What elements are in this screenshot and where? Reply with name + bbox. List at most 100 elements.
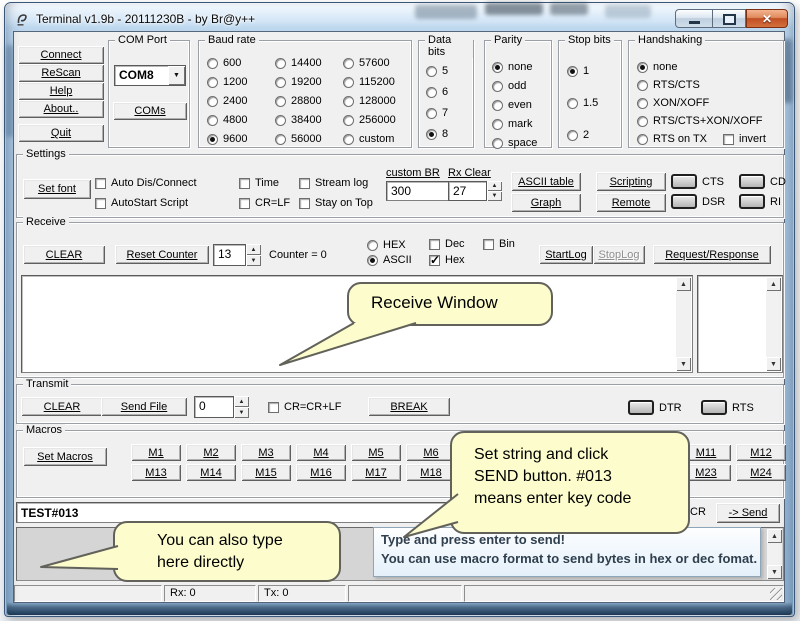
dec-checkbox[interactable]: Dec [429,238,465,250]
scroll-down-icon[interactable] [676,357,691,371]
stay-on-top-checkbox[interactable]: Stay on Top [299,197,373,209]
baud-option[interactable]: 128000 [343,95,396,107]
baud-option[interactable]: custom [343,133,394,145]
stop-bits-option[interactable]: 1.5 [567,97,598,109]
reset-counter-button[interactable]: Reset Counter [115,245,209,264]
receive-scrollbar[interactable] [676,277,691,371]
stop-bits-option[interactable]: 1 [567,65,589,77]
rescan-button[interactable]: ReScan [18,64,104,82]
cr-lf-checkbox[interactable]: CR=LF [239,197,290,209]
close-button[interactable] [746,9,788,28]
parity-option[interactable]: even [492,99,532,111]
stop-bits-option[interactable]: 2 [567,129,589,141]
break-button[interactable]: BREAK [368,397,450,416]
handshaking-option[interactable]: RTS/CTS+XON/XOFF [637,115,763,127]
connect-button[interactable]: Connect [18,46,104,64]
parity-option[interactable]: space [492,137,537,149]
parity-option[interactable]: none [492,61,532,73]
scroll-up-icon[interactable] [766,277,781,291]
macro-button-m24[interactable]: M24 [736,464,786,481]
about-button[interactable]: About.. [18,100,104,118]
handshaking-option[interactable]: XON/XOFF [637,97,709,109]
macro-button-m6[interactable]: M6 [406,444,456,461]
baud-option[interactable]: 1200 [207,76,247,88]
coms-button[interactable]: COMs [113,102,187,120]
baud-option[interactable]: 115200 [343,76,395,88]
baud-option[interactable]: 2400 [207,95,247,107]
scroll-up-icon[interactable] [767,529,782,543]
macro-button-m18[interactable]: M18 [406,464,456,481]
transmit-clear-button[interactable]: CLEAR [21,397,103,416]
scroll-up-icon[interactable] [676,277,691,291]
maximize-button[interactable] [713,9,746,28]
titlebar[interactable]: Terminal v1.9b - 20111230B - by Br@y++ [15,8,535,30]
baud-option[interactable]: 19200 [275,76,322,88]
baud-option[interactable]: 57600 [343,57,390,69]
minimize-button[interactable] [675,9,713,28]
data-bits-option[interactable]: 6 [426,86,448,98]
baud-option[interactable]: 256000 [343,114,396,126]
hex-checkbox[interactable]: Hex [429,254,465,266]
baud-option[interactable]: 4800 [207,114,247,126]
spin-up-icon[interactable] [234,396,249,407]
rx-clear-spinner[interactable]: 27 [448,181,502,201]
macro-button-m5[interactable]: M5 [351,444,401,461]
macro-button-m4[interactable]: M4 [296,444,346,461]
receive-hex-pane[interactable] [697,275,783,373]
spin-up-icon[interactable] [487,181,502,191]
graph-button[interactable]: Graph [511,193,581,212]
baud-option[interactable]: 56000 [275,133,322,145]
rx-count-spinner[interactable]: 13 [213,244,261,266]
handshaking-option[interactable]: none [637,61,677,73]
spin-down-icon[interactable] [246,255,261,266]
data-bits-option[interactable]: 7 [426,107,448,119]
help-button[interactable]: Help [18,82,104,100]
ascii-mode-radio[interactable]: ASCII [367,254,412,266]
startlog-button[interactable]: StartLog [539,245,593,264]
stoplog-button[interactable]: StopLog [593,245,645,264]
remote-button[interactable]: Remote [596,193,666,212]
macro-button-m3[interactable]: M3 [241,444,291,461]
chevron-down-icon[interactable] [168,66,185,85]
resize-grip[interactable] [770,588,782,600]
receive-clear-button[interactable]: CLEAR [23,245,105,264]
hex-mode-radio[interactable]: HEX [367,239,406,251]
scripting-button[interactable]: Scripting [596,172,666,191]
macro-button-m16[interactable]: M16 [296,464,346,481]
com-port-select[interactable]: COM8 [114,65,186,86]
scroll-down-icon[interactable] [766,357,781,371]
auto-disconnect-checkbox[interactable]: Auto Dis/Connect [95,177,197,189]
hex-pane-scrollbar[interactable] [766,277,781,371]
scroll-down-icon[interactable] [767,565,782,579]
quit-button[interactable]: Quit [18,124,104,142]
handshaking-option[interactable]: RTS/CTS [637,79,700,91]
stream-log-checkbox[interactable]: Stream log [299,177,368,189]
spin-up-icon[interactable] [246,244,261,255]
baud-option[interactable]: 600 [207,57,241,69]
ascii-table-button[interactable]: ASCII table [511,172,581,191]
macro-button-m2[interactable]: M2 [186,444,236,461]
transmit-spinner[interactable]: 0 [194,396,249,418]
time-checkbox[interactable]: Time [239,177,279,189]
baud-option[interactable]: 9600 [207,133,247,145]
parity-option[interactable]: mark [492,118,532,130]
macro-button-m13[interactable]: M13 [131,464,181,481]
macro-button-m17[interactable]: M17 [351,464,401,481]
macro-button-m14[interactable]: M14 [186,464,236,481]
type-area-scrollbar[interactable] [767,529,782,579]
invert-checkbox[interactable]: invert [723,133,766,145]
cr-crlf-checkbox[interactable]: CR=CR+LF [268,401,341,413]
data-bits-option[interactable]: 5 [426,65,448,77]
bin-checkbox[interactable]: Bin [483,238,515,250]
send-button[interactable]: -> Send [716,503,780,523]
baud-option[interactable]: 28800 [275,95,322,107]
autostart-script-checkbox[interactable]: AutoStart Script [95,197,188,209]
macro-button-m1[interactable]: M1 [131,444,181,461]
request-response-button[interactable]: Request/Response [653,245,771,264]
set-macros-button[interactable]: Set Macros [23,447,107,466]
baud-option[interactable]: 38400 [275,114,322,126]
set-font-button[interactable]: Set font [23,179,91,199]
data-bits-option[interactable]: 8 [426,128,448,140]
spin-down-icon[interactable] [234,407,249,418]
macro-button-m12[interactable]: M12 [736,444,786,461]
